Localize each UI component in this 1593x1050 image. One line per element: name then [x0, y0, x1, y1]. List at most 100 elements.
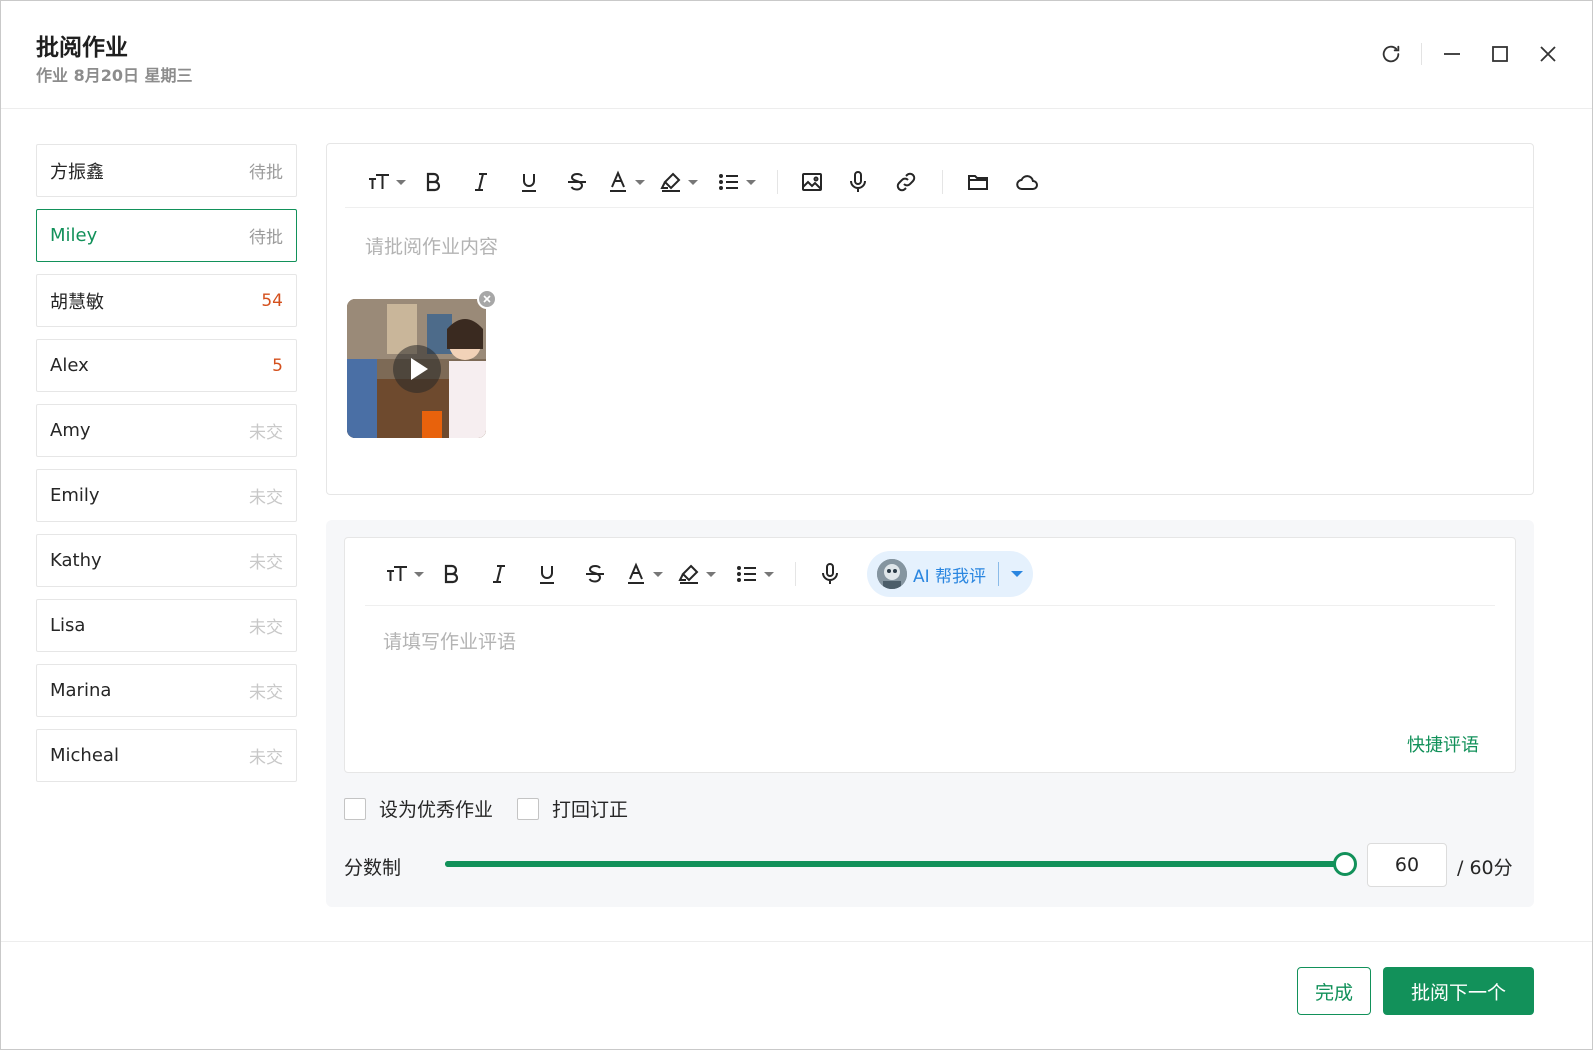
strikethrough-button[interactable]: [553, 162, 601, 202]
close-icon: [483, 295, 491, 303]
chevron-down-icon: [745, 179, 756, 185]
chevron-down-icon: [705, 571, 716, 577]
bold-icon: [444, 564, 459, 584]
student-item[interactable]: Miley 待批: [36, 209, 297, 262]
chevron-down-icon: [634, 179, 645, 185]
chevron-down-icon[interactable]: [1011, 571, 1024, 577]
page-title: 批阅作业: [36, 35, 128, 61]
chevron-down-icon: [763, 571, 774, 577]
return-fix-option[interactable]: 打回订正: [517, 795, 628, 822]
bold-button[interactable]: [427, 554, 475, 594]
font-size-button[interactable]: [381, 554, 427, 594]
ai-review-label: AI 帮我评: [913, 566, 987, 587]
font-color-icon: [627, 562, 644, 584]
microphone-icon: [822, 563, 838, 584]
chevron-down-icon: [395, 179, 406, 185]
footer: 完成 批阅下一个: [1, 941, 1592, 1050]
student-name: Emily: [50, 485, 100, 506]
toolbar-divider: [777, 170, 778, 194]
insert-audio-button[interactable]: [834, 162, 882, 202]
underline-button[interactable]: [523, 554, 571, 594]
score-slider-fill: [445, 861, 1345, 867]
score-slider-thumb[interactable]: [1333, 852, 1357, 876]
strikethrough-button[interactable]: [571, 554, 619, 594]
student-item[interactable]: 胡慧敏 54: [36, 274, 297, 327]
insert-file-button[interactable]: [955, 162, 1001, 202]
maximize-button[interactable]: [1480, 37, 1520, 71]
insert-image-button[interactable]: [790, 162, 834, 202]
strikethrough-icon: [586, 564, 604, 583]
toolbar-divider: [942, 170, 943, 194]
score-input[interactable]: [1367, 843, 1447, 887]
student-name: Amy: [50, 420, 91, 441]
score-max: / 60分: [1457, 857, 1513, 879]
review-options: 设为优秀作业 打回订正: [344, 795, 652, 822]
highlight-button[interactable]: [649, 162, 707, 202]
student-item[interactable]: Marina 未交: [36, 664, 297, 717]
student-item[interactable]: Kathy 未交: [36, 534, 297, 587]
italic-icon: [475, 173, 487, 191]
underline-icon: [540, 566, 554, 584]
student-item[interactable]: Micheal 未交: [36, 729, 297, 782]
grading-window: 批阅作业 作业 8月20日 星期三 方振鑫 待批 Miley 待批 胡慧敏 54 Alex 5…: [0, 0, 1593, 1050]
list-button[interactable]: [707, 162, 765, 202]
chevron-down-icon: [413, 571, 424, 577]
insert-link-button[interactable]: [882, 162, 930, 202]
list-button[interactable]: [725, 554, 783, 594]
window-controls: [1363, 37, 1568, 71]
folder-icon: [968, 175, 988, 190]
student-name: Lisa: [50, 615, 86, 636]
refresh-icon: [1382, 45, 1400, 63]
font-color-button[interactable]: [619, 554, 667, 594]
strikethrough-icon: [568, 172, 586, 191]
maximize-icon: [1492, 46, 1508, 62]
content-placeholder[interactable]: 请批阅作业内容: [365, 232, 498, 259]
ai-review-button[interactable]: AI 帮我评: [867, 551, 1034, 597]
comment-placeholder[interactable]: 请填写作业评语: [383, 627, 516, 654]
student-item[interactable]: Emily 未交: [36, 469, 297, 522]
student-status: 5: [272, 355, 283, 376]
remove-attachment-button[interactable]: [477, 289, 497, 309]
review-next-button[interactable]: 批阅下一个: [1383, 967, 1534, 1015]
toolbar-divider: [854, 562, 855, 586]
voice-comment-button[interactable]: [808, 554, 852, 594]
highlight-button[interactable]: [667, 554, 725, 594]
video-attachment[interactable]: [347, 299, 486, 438]
italic-button[interactable]: [475, 554, 523, 594]
refresh-button[interactable]: [1371, 37, 1411, 71]
font-color-icon: [609, 170, 626, 192]
excellent-option[interactable]: 设为优秀作业: [344, 795, 493, 822]
student-status: 待批: [249, 163, 283, 183]
return-fix-checkbox[interactable]: [517, 797, 540, 820]
close-button[interactable]: [1528, 37, 1568, 71]
toolbar-separator: [365, 605, 1495, 606]
microphone-icon: [850, 171, 866, 192]
quick-comments-link[interactable]: 快捷评语: [1407, 731, 1479, 757]
comment-editor: AI 帮我评 请填写作业评语 快捷评语: [344, 537, 1516, 773]
font-color-button[interactable]: [601, 162, 649, 202]
student-status: 54: [261, 290, 283, 311]
student-item[interactable]: 方振鑫 待批: [36, 144, 297, 197]
underline-button[interactable]: [505, 162, 553, 202]
cloud-file-button[interactable]: [1001, 162, 1053, 202]
video-thumbnail: [347, 299, 486, 438]
minimize-button[interactable]: [1432, 37, 1472, 71]
chevron-down-icon: [652, 571, 663, 577]
italic-button[interactable]: [457, 162, 505, 202]
cloud-icon: [1016, 175, 1038, 190]
ai-divider: [998, 562, 1000, 586]
font-size-icon: [386, 566, 407, 581]
student-item[interactable]: Lisa 未交: [36, 599, 297, 652]
italic-icon: [493, 565, 505, 583]
student-item[interactable]: Amy 未交: [36, 404, 297, 457]
done-button[interactable]: 完成: [1297, 967, 1371, 1015]
student-status: 未交: [249, 488, 283, 508]
excellent-checkbox[interactable]: [344, 797, 366, 820]
bold-button[interactable]: [409, 162, 457, 202]
highlighter-icon: [659, 172, 680, 192]
review-panel: AI 帮我评 请填写作业评语 快捷评语 设为优秀作业 打回订正 分数制 60 /…: [326, 520, 1534, 907]
student-name: 胡慧敏: [50, 291, 104, 313]
student-item[interactable]: Alex 5: [36, 339, 297, 392]
score-slider[interactable]: [445, 852, 1357, 876]
font-size-button[interactable]: [363, 162, 409, 202]
